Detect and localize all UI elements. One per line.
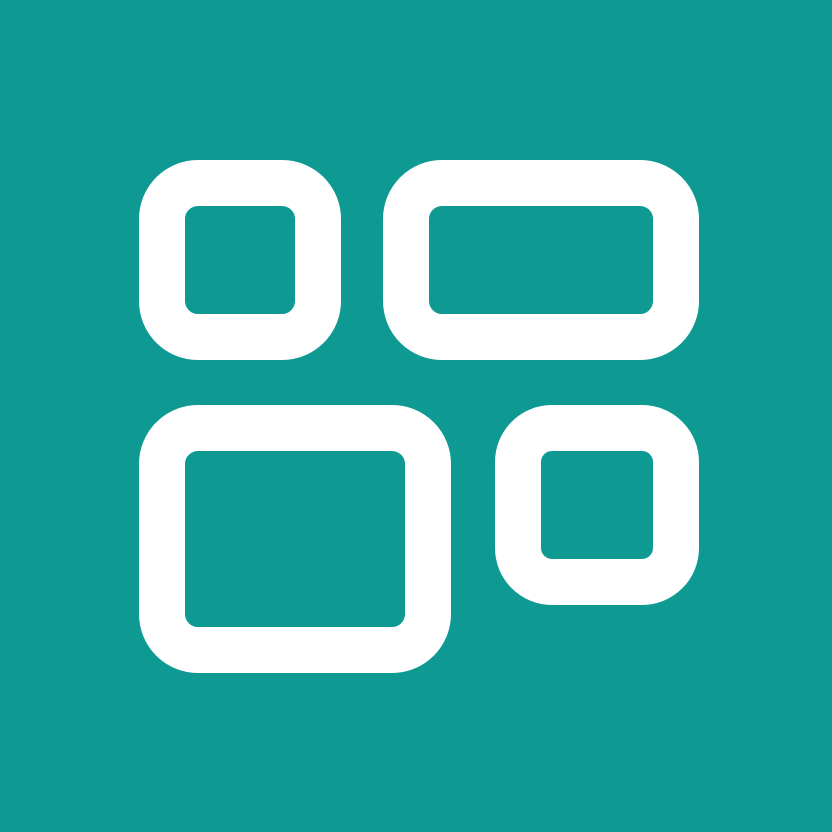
app-icon bbox=[0, 0, 832, 832]
dashboard-tiles-icon bbox=[0, 0, 832, 832]
